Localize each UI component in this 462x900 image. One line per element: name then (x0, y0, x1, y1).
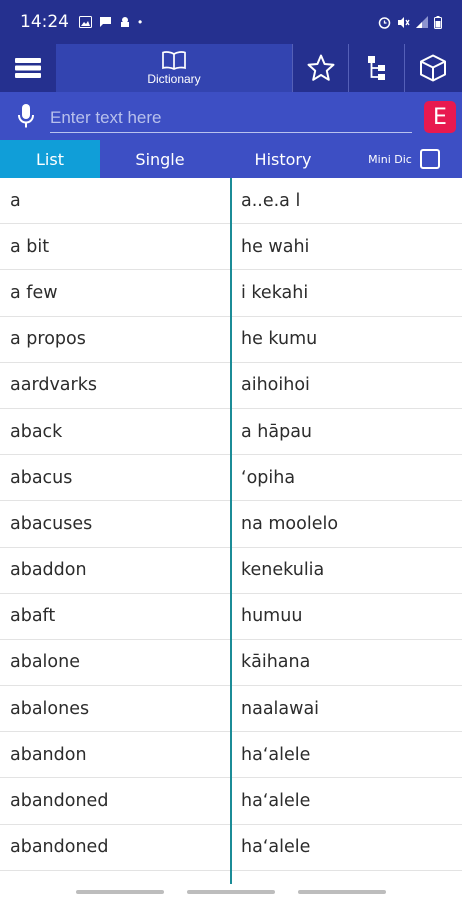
tab-list[interactable]: List (0, 140, 100, 178)
english-word: abaddon (10, 560, 87, 581)
translation-word: haʻalele (241, 791, 311, 812)
mini-dic-checkbox[interactable] (419, 149, 440, 169)
translation-word: a hāpau (241, 421, 313, 442)
translation-word: humuu (241, 606, 303, 627)
microphone-icon (18, 104, 34, 128)
status-bar: 14:24 • (0, 0, 462, 44)
translation-word: haʻalele (241, 837, 311, 858)
favorites-button[interactable] (292, 44, 348, 92)
english-word: abandon (10, 744, 87, 765)
translation-word: haʻalele (241, 744, 311, 765)
dictionary-button[interactable]: Dictionary (56, 44, 292, 92)
translation-word: i kekahi (241, 282, 309, 303)
message-icon (100, 17, 111, 27)
translation-word: he wahi (241, 236, 310, 257)
dictionary-label: Dictionary (147, 72, 201, 86)
battery-icon (434, 15, 442, 29)
mini-dic-toggle[interactable]: Mini Dic (346, 149, 462, 169)
tab-single[interactable]: Single (100, 140, 220, 178)
english-word: abandoned (10, 837, 109, 858)
english-word: abandoned (10, 791, 109, 812)
english-word: a propos (10, 329, 86, 350)
search-bar: E (0, 92, 462, 140)
english-word: aardvarks (10, 375, 97, 396)
nav-back-handle[interactable] (298, 890, 387, 894)
status-dot: • (138, 15, 143, 29)
english-word: a (10, 190, 21, 211)
nav-home-handle[interactable] (186, 890, 275, 894)
translation-word: kenekulia (241, 560, 325, 581)
translation-word: na moolelo (241, 513, 339, 534)
cube-button[interactable] (404, 44, 460, 92)
translation-word: kāihana (241, 652, 311, 673)
english-word: abaft (10, 606, 56, 627)
menu-button[interactable] (0, 44, 56, 92)
cloud-icon (121, 17, 129, 27)
language-toggle-button[interactable]: E (424, 101, 456, 133)
star-icon (307, 54, 334, 81)
tree-icon (367, 56, 385, 80)
translation-word: he kumu (241, 329, 318, 350)
english-word: abacuses (10, 513, 93, 534)
cube-icon (419, 54, 446, 82)
translation-word: ʻopiha (241, 467, 296, 488)
tab-bar: List Single History Mini Dic (0, 140, 462, 178)
english-word: aback (10, 421, 63, 442)
column-divider (230, 178, 232, 884)
menu-icon (15, 58, 41, 78)
translation-word: a..e.a l (241, 190, 301, 211)
mute-icon (398, 16, 410, 28)
translation-word: naalawai (241, 698, 320, 719)
alarm-icon (378, 16, 391, 29)
status-notification-icons: • (79, 15, 142, 29)
english-word: a few (10, 282, 58, 303)
english-word: a bit (10, 236, 50, 257)
nav-recents-handle[interactable] (75, 890, 164, 894)
mini-dic-label: Mini Dic (368, 152, 412, 166)
status-time: 14:24 (20, 12, 69, 32)
gesture-nav-bar (0, 884, 462, 900)
status-system-icons (378, 15, 442, 29)
english-word: abalone (10, 652, 80, 673)
image-icon (79, 16, 92, 28)
translation-word: aihoihoi (241, 375, 310, 396)
tree-view-button[interactable] (348, 44, 404, 92)
english-word: abalones (10, 698, 90, 719)
search-input[interactable] (50, 99, 412, 133)
english-word: abacus (10, 467, 73, 488)
toolbar: Dictionary (0, 44, 462, 92)
book-icon (162, 51, 186, 70)
voice-input-button[interactable] (4, 92, 48, 140)
signal-icon (416, 16, 428, 28)
tab-history[interactable]: History (220, 140, 346, 178)
